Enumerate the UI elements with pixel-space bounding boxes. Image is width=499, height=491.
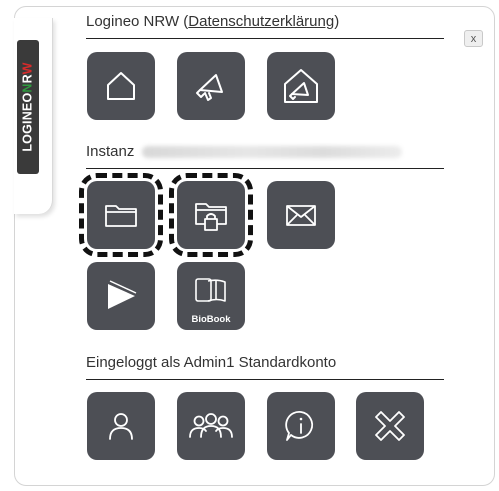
house-megaphone-icon — [284, 69, 318, 103]
privacy-link[interactable]: Datenschutzerklärung — [188, 13, 334, 30]
logo-letter-n: N — [21, 83, 36, 93]
section-divider — [86, 38, 444, 39]
x-close-icon — [375, 411, 405, 441]
announcements-tile[interactable] — [177, 52, 245, 120]
mail-tile[interactable] — [267, 181, 335, 249]
house-news-tile[interactable] — [267, 52, 335, 120]
logout-tile[interactable] — [356, 392, 424, 460]
ebook-tile[interactable] — [87, 262, 155, 330]
envelope-icon — [286, 205, 316, 226]
logo-text-logineo: LOGINEO — [21, 92, 36, 152]
profile-tile[interactable] — [87, 392, 155, 460]
biobook-tile[interactable]: BioBook — [177, 262, 245, 330]
help-tile[interactable] — [267, 392, 335, 460]
section-title-logineo: Logineo NRW (Datenschutzerklärung) — [86, 13, 340, 30]
biobook-icon — [195, 278, 226, 302]
close-button[interactable]: x — [464, 30, 483, 47]
book-play-icon — [108, 280, 137, 309]
logo-letter-r: R — [21, 74, 36, 84]
megaphone-icon — [196, 74, 223, 101]
logineo-logo[interactable]: LOGINEONRW — [17, 40, 39, 174]
home-icon — [107, 72, 135, 100]
logo-letter-w: W — [21, 62, 36, 75]
section-title-account: Eingeloggt als Admin1 Standardkonto — [86, 354, 337, 371]
instance-name-redacted — [142, 146, 403, 159]
groups-tile[interactable] — [177, 392, 245, 460]
files-tile[interactable] — [79, 173, 163, 257]
section-title-instanz: Instanz — [86, 143, 403, 160]
section-divider — [86, 168, 444, 169]
folder-lock-icon — [195, 203, 227, 231]
biobook-caption: BioBook — [191, 314, 231, 325]
private-files-tile[interactable] — [169, 173, 253, 257]
section-divider — [86, 379, 444, 380]
info-bubble-icon — [285, 411, 314, 441]
home-tile[interactable] — [87, 52, 155, 120]
folder-icon — [105, 205, 137, 227]
user-icon — [109, 413, 133, 440]
group-icon — [189, 413, 233, 438]
